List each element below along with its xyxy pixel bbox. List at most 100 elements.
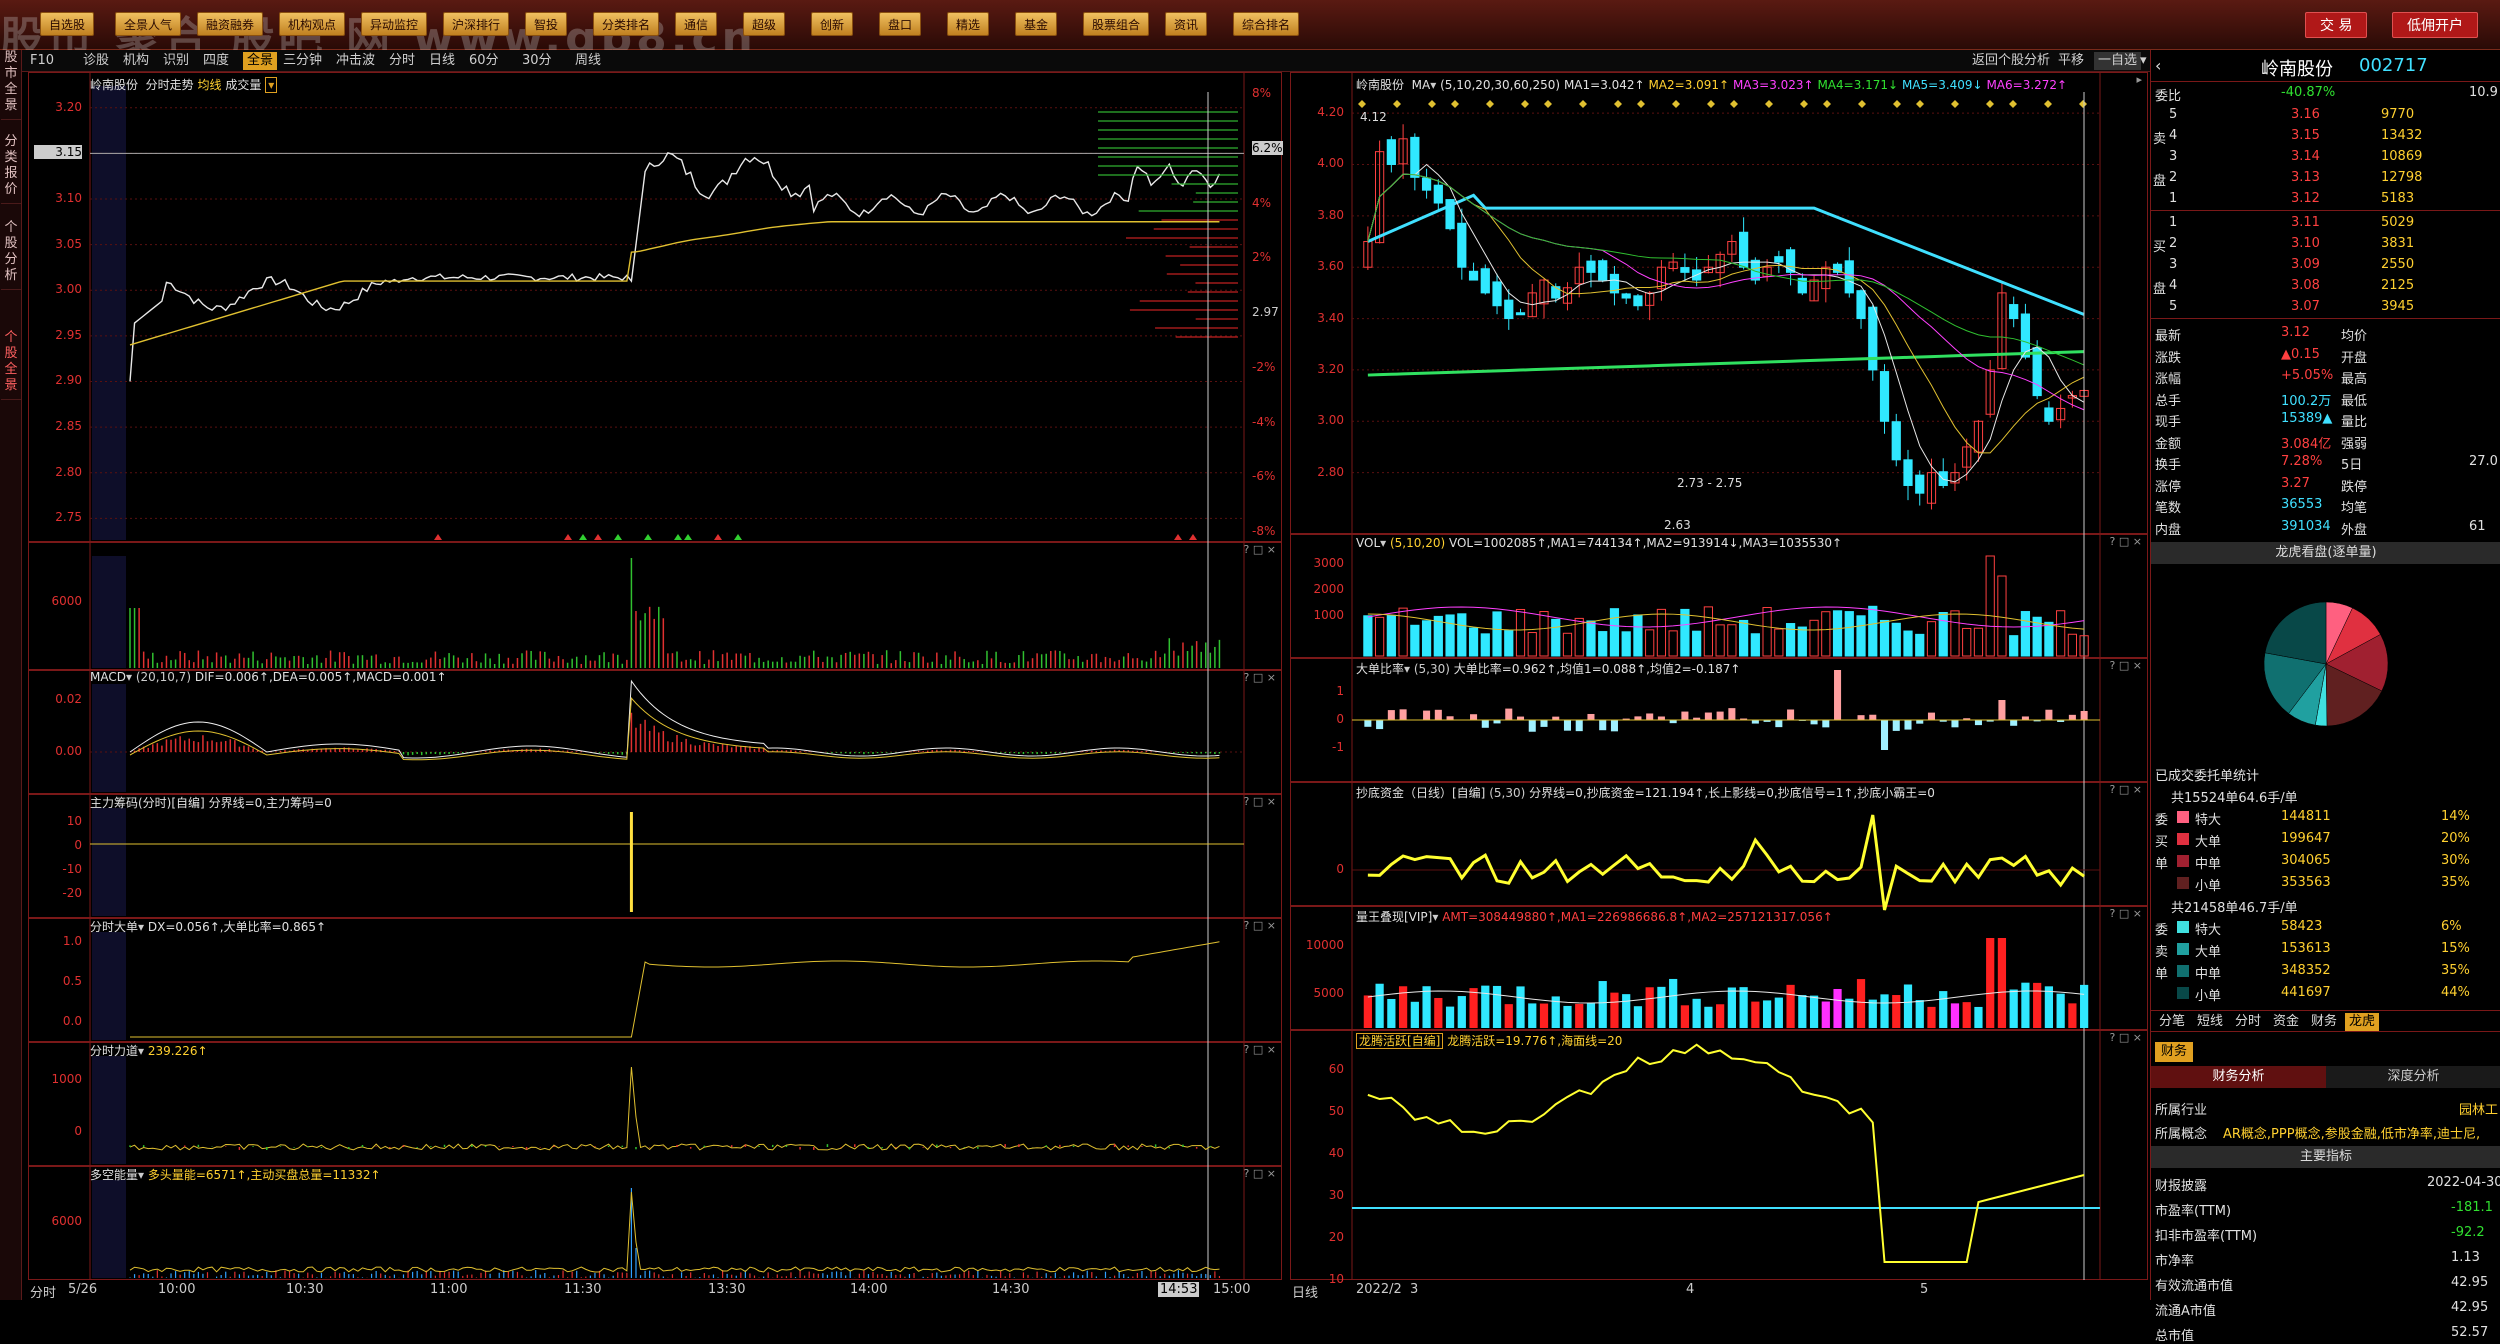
stat-row: 金额3.084亿强弱	[2151, 430, 2500, 452]
top-button-0[interactable]: 自选股	[40, 12, 94, 36]
price-tick: 3.10	[34, 191, 82, 205]
finance-value: -92.2	[2451, 1225, 2485, 1240]
big-order-title[interactable]: 分时大单▾ DX=0.056↑,大单比率=0.865↑	[90, 918, 326, 935]
macd-title[interactable]: MACD▾ (20,10,7) DIF=0.006↑,DEA=0.005↑,MA…	[90, 670, 447, 684]
side-tab-category[interactable]: 分类报价	[1, 134, 21, 204]
top-button-2[interactable]: 融资融券	[197, 12, 263, 36]
toolbar-item-7[interactable]: 冲击波	[336, 52, 375, 70]
candle-body	[1681, 268, 1689, 273]
toolbar-item-6[interactable]: 三分钟	[283, 52, 322, 70]
candle-body	[1634, 296, 1642, 306]
kline-lw-bar	[1927, 1007, 1935, 1028]
kline-bigorder-title[interactable]: 大单比率▾ (5,30) 大单比率=0.962↑,均值1=0.088↑,均值2=…	[1356, 660, 1740, 677]
kline-vol-bar	[1728, 625, 1736, 656]
panel-controls[interactable]: ? □ ×	[1244, 919, 1276, 932]
kline-vol-bar	[1904, 631, 1912, 656]
panel-controls[interactable]: ? □ ×	[1244, 1167, 1276, 1180]
toolbar-item-8[interactable]: 分时	[389, 52, 415, 70]
toolbar-item-12[interactable]: 周线	[575, 52, 601, 70]
kline-price-mark: 2.63	[1664, 518, 1691, 532]
panel-controls[interactable]: ? □ ×	[2110, 535, 2142, 548]
panel-controls[interactable]: ? □ ×	[1244, 543, 1276, 556]
panel-controls[interactable]: ? □ ×	[2110, 783, 2142, 796]
subtab-finance-analysis[interactable]: 财务分析	[2151, 1066, 2326, 1088]
quote-tab-2[interactable]: 分时	[2231, 1013, 2265, 1031]
kline-bottom-fund-title[interactable]: 抄底资金（日线）[自编] (5,30) 分界线=0,抄底资金=121.194↑,…	[1356, 784, 1935, 801]
quote-tab-5[interactable]: 龙虎	[2345, 1013, 2379, 1031]
top-button-7[interactable]: 分类排名	[593, 12, 659, 36]
top-button-12[interactable]: 精选	[947, 12, 989, 36]
kline-lw-bar	[1728, 988, 1736, 1028]
top-button-4[interactable]: 异动监控	[361, 12, 427, 36]
top-button-6[interactable]: 智投	[525, 12, 567, 36]
kline-lw-bar	[1974, 1007, 1982, 1028]
finance-value: 42.95	[2451, 1300, 2488, 1315]
trade-button[interactable]: 交 易	[2305, 12, 2367, 38]
buy-stat-vol: 304065	[2281, 853, 2331, 868]
intraday-title: 岭南股份 分时走势 均线 成交量 ▾	[90, 76, 277, 93]
kline-vol-bar	[1740, 620, 1748, 656]
toolbar-item-1[interactable]: 诊股	[83, 52, 109, 70]
toolbar-item-10[interactable]: 60分	[469, 52, 499, 70]
top-button-1[interactable]: 全景人气	[115, 12, 181, 36]
top-button-3[interactable]: 机构观点	[279, 12, 345, 36]
top-button-10[interactable]: 创新	[811, 12, 853, 36]
toolbar-item-2[interactable]: 机构	[123, 52, 149, 70]
kline-dd-bar	[2069, 715, 2076, 720]
chevron-down-icon[interactable]: ▾	[2140, 52, 2147, 70]
intraday-auction-zone	[92, 684, 126, 792]
kline-price-tick: 3.60	[1296, 259, 1344, 273]
panel-controls[interactable]: ? □ ×	[2110, 659, 2142, 672]
quote-tab-0[interactable]: 分笔	[2155, 1013, 2189, 1031]
top-button-5[interactable]: 沪深排行	[443, 12, 509, 36]
force-title[interactable]: 分时力道▾ 239.226↑	[90, 1042, 208, 1059]
toolbar-item-0[interactable]: F10	[30, 52, 54, 70]
side-tab-stock-overview[interactable]: 个股全景	[1, 330, 21, 400]
buy-stat-pct: 35%	[2441, 875, 2470, 890]
top-button-15[interactable]: 资讯	[1165, 12, 1207, 36]
panel-controls[interactable]: ? □ ×	[1244, 1043, 1276, 1056]
finance-tab[interactable]: 财务	[2155, 1042, 2193, 1062]
panel-controls[interactable]: ? □ ×	[2110, 907, 2142, 920]
kline-active-title[interactable]: 龙腾活跃[自编] 龙腾活跃=19.776↑,海面线=20	[1356, 1032, 1622, 1049]
panel-controls[interactable]: ? □ ×	[1244, 671, 1276, 684]
quote-tab-3[interactable]: 资金	[2269, 1013, 2303, 1031]
back-arrow-icon[interactable]: ‹	[2155, 56, 2161, 75]
top-button-14[interactable]: 股票组合	[1083, 12, 1149, 36]
open-account-button[interactable]: 低佣开户	[2392, 12, 2478, 38]
kline-date-label[interactable]: 日线	[1292, 1282, 1318, 1301]
toolbar-item-9[interactable]: 日线	[429, 52, 455, 70]
toolbar-item-5[interactable]: 全景	[243, 52, 277, 70]
kline-lw-bar	[1563, 1006, 1571, 1028]
toolbar-item-4[interactable]: 四度	[203, 52, 229, 70]
side-tab-stock-analysis[interactable]: 个股分析	[1, 220, 21, 290]
main-chip-title[interactable]: 主力筹码(分时)[自编] 分界线=0,主力筹码=0	[90, 794, 332, 811]
toolbar-item-3[interactable]: 识别	[163, 52, 189, 70]
time-label[interactable]: 分时	[30, 1282, 56, 1301]
top-button-9[interactable]: 超级	[743, 12, 785, 36]
top-button-11[interactable]: 盘口	[879, 12, 921, 36]
kline-amount-title[interactable]: 量王叠现[VIP]▾ AMT=308449880↑,MA1=226986686.…	[1356, 908, 1833, 925]
panel-controls[interactable]: ? □ ×	[2110, 1031, 2142, 1044]
top-button-13[interactable]: 基金	[1015, 12, 1057, 36]
subtab-deep-analysis[interactable]: 深度分析	[2326, 1066, 2500, 1088]
buy-price: 3.07	[2291, 299, 2320, 314]
quote-tab-1[interactable]: 短线	[2193, 1013, 2227, 1031]
pan-button[interactable]: 平移	[2058, 52, 2084, 70]
back-to-analysis-button[interactable]: 返回个股分析	[1972, 52, 2050, 70]
panel-controls[interactable]: ▸	[2136, 73, 2142, 86]
top-button-16[interactable]: 综合排名	[1233, 12, 1299, 36]
side-tab-market[interactable]: 股市全景	[1, 50, 21, 120]
toolbar-item-11[interactable]: 30分	[522, 52, 552, 70]
panel-controls[interactable]: ? □ ×	[1244, 795, 1276, 808]
energy-title[interactable]: 多空能量▾ 多头量能=6571↑,主动买盘总量=11332↑	[90, 1166, 381, 1183]
stat-row: 内盘391034外盘61	[2151, 516, 2500, 538]
candle-body	[1786, 250, 1794, 273]
top-button-8[interactable]: 通信	[675, 12, 717, 36]
kline-vol-title[interactable]: VOL▾ (5,10,20) VOL=1002085↑,MA1=744134↑,…	[1356, 536, 1842, 550]
quote-tab-4[interactable]: 财务	[2307, 1013, 2341, 1031]
kline-dd-bar	[1775, 720, 1782, 727]
kline-lw-bar	[1880, 994, 1888, 1028]
chevron-down-icon[interactable]: ▾	[265, 77, 277, 93]
watchlist-select[interactable]: 一自选	[2094, 52, 2141, 70]
